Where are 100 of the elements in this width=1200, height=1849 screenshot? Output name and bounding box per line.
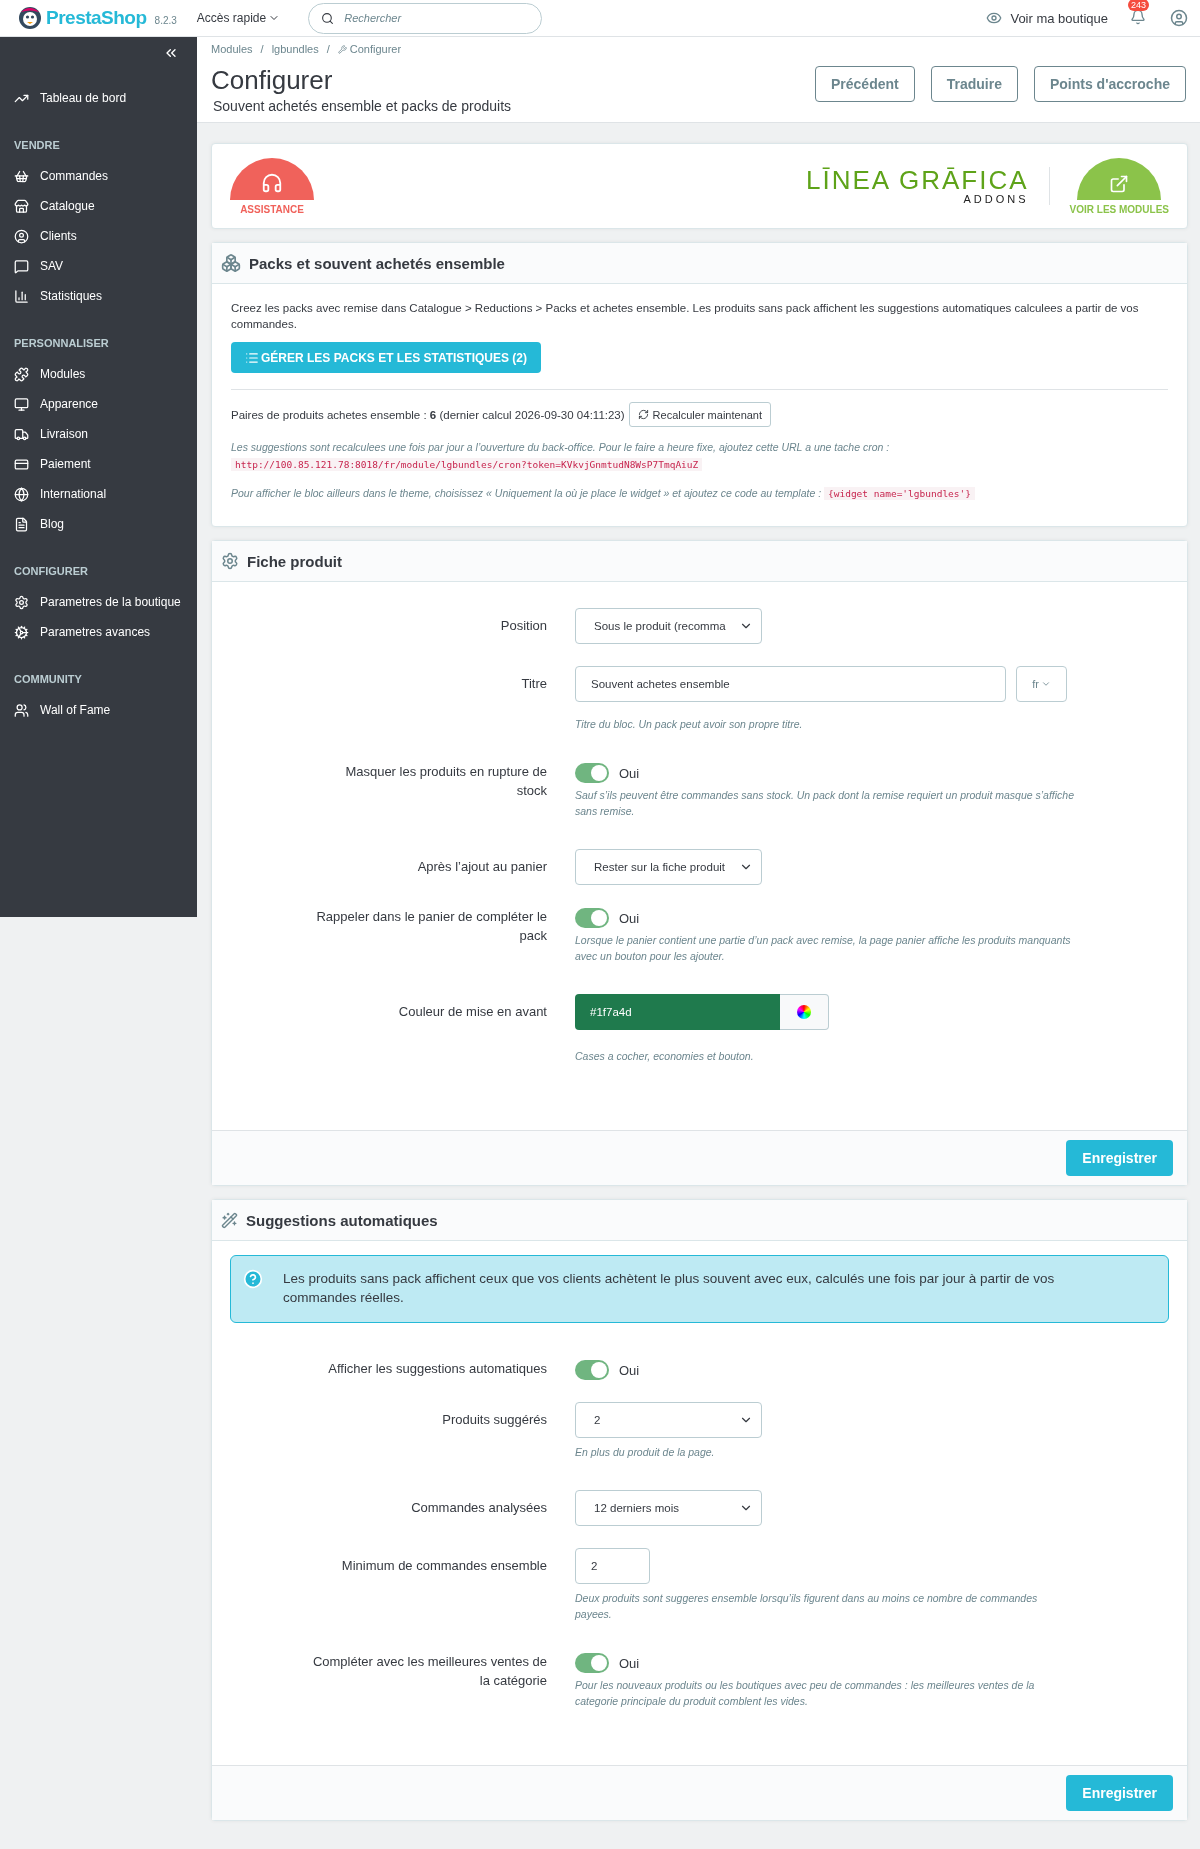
field-label: Masquer les produits en rupture de stock	[345, 764, 547, 798]
title-input[interactable]: Souvent achetes ensemble	[575, 666, 1006, 702]
sidebar-item[interactable]: Blog	[0, 509, 197, 539]
magic-wand-icon	[221, 1211, 238, 1229]
refresh-icon	[637, 409, 649, 420]
quick-access-menu[interactable]: Accès rapide	[196, 11, 281, 25]
view-shop-link[interactable]: Voir ma boutique	[986, 10, 1108, 26]
toggle-switch[interactable]	[575, 1653, 609, 1673]
toggle-label: Oui	[619, 1362, 640, 1378]
color-input[interactable]: #1f7a4d	[575, 994, 780, 1030]
headset-icon	[261, 171, 283, 194]
language-dropdown[interactable]: fr	[1016, 666, 1067, 702]
document-icon	[14, 516, 29, 532]
help-text: Sauf s’ils peuvent être commandes sans stock. Un pack dont la remise requiert un produit masque s’affiche sans remise.	[575, 788, 1075, 819]
store-icon	[14, 198, 29, 214]
toggle-switch[interactable]	[575, 908, 609, 928]
breadcrumb-link[interactable]: Modules	[211, 43, 253, 55]
sidebar-section-title: CONFIGURER	[13, 565, 89, 577]
monitor-icon	[14, 396, 29, 412]
sidebar-item[interactable]: Apparence	[0, 389, 197, 419]
help-text: En plus du produit de la page.	[575, 1445, 716, 1460]
bar-chart-icon	[14, 288, 29, 304]
breadcrumb-separator: /	[326, 43, 330, 55]
recalculate-button[interactable]: Recalculer maintenant	[628, 402, 772, 427]
toggle-label: Oui	[619, 910, 640, 926]
intro-text: Creez les packs avec remise dans Catalogue > Reductions > Packs et achetes ensemble. Les produits sans pack affichent les suggestions automatiques calculees a partir de vos commandes.	[231, 301, 1140, 332]
eye-icon	[986, 10, 1003, 26]
code-snippet: http://100.85.121.78:8018/fr/module/lgbundles/cron?token=KVkvjGnmtudN8WsP7TmqAiuZ	[231, 458, 703, 471]
truck-icon	[14, 426, 29, 442]
field-label: Après l’ajout au panier	[417, 859, 547, 874]
help-text: Deux produits sont suggeres ensemble lorsqu’ils figurent dans au moins ce nombre de commandes payees.	[575, 1591, 1039, 1622]
sidebar-item[interactable]: Modules	[0, 359, 197, 389]
sidebar-item[interactable]: Statistiques	[0, 281, 197, 311]
color-wheel-icon	[797, 1005, 811, 1019]
sidebar-item[interactable]: Livraison	[0, 419, 197, 449]
users-icon	[14, 702, 29, 718]
logo-subtitle: ADDONS	[963, 193, 1029, 205]
external-link-icon	[1109, 173, 1130, 194]
select-field[interactable]: Rester sur la fiche produit	[575, 849, 762, 885]
sidebar-item[interactable]: Wall of Fame	[0, 695, 197, 725]
field-label: Minimum de commandes ensemble	[341, 1558, 547, 1573]
breadcrumb-link[interactable]: Configurer	[337, 43, 402, 55]
color-picker-button[interactable]	[780, 994, 829, 1030]
list-icon	[245, 350, 259, 365]
help-text: Pour les nouveaux produits ou les boutiques avec peu de commandes : les meilleures ventes de la categorie principale du produit comblent les vides.	[575, 1678, 1036, 1709]
boxes-icon	[221, 253, 241, 273]
field-label: Position	[500, 618, 547, 633]
sidebar-section-title: VENDRE	[13, 139, 61, 151]
notification-count: 243	[1128, 0, 1150, 11]
panel-title: Fiche produit	[247, 552, 342, 570]
info-text: Les produits sans pack affichent ceux que vos clients achètent le plus souvent avec eux, calculés une fois par jour à partir de vos commandes réelles.	[283, 1271, 1055, 1305]
bell-icon[interactable]	[1130, 9, 1146, 25]
toolbar-button[interactable]: Traduire	[930, 66, 1018, 102]
sidebar-item[interactable]: Clients	[0, 221, 197, 251]
version-label: 8.2.3	[154, 14, 177, 26]
sidebar-item[interactable]: Parametres avances	[0, 617, 197, 647]
select-field[interactable]: Sous le produit (recomma	[575, 608, 762, 644]
logo-text: LĪNEA GRĀFICA	[806, 167, 1029, 193]
breadcrumb-link[interactable]: lgbundles	[271, 43, 319, 55]
sidebar-item[interactable]: SAV	[0, 251, 197, 281]
field-label: Titre	[521, 676, 547, 691]
puzzle-icon	[14, 366, 29, 382]
field-label: Produits suggérés	[442, 1412, 547, 1427]
user-icon	[14, 228, 29, 244]
toggle-label: Oui	[619, 1655, 640, 1671]
basket-icon	[14, 168, 29, 184]
toggle-switch[interactable]	[575, 763, 609, 783]
sidebar-item[interactable]: Paiement	[0, 449, 197, 479]
cog-icon	[14, 624, 29, 640]
field-label: Couleur de mise en avant	[398, 1004, 547, 1019]
select-field[interactable]: 2	[575, 1402, 762, 1438]
number-input[interactable]: 2	[575, 1548, 650, 1584]
sidebar-item[interactable]: Commandes	[0, 161, 197, 191]
field-label: Commandes analysées	[411, 1500, 547, 1515]
user-icon[interactable]	[1170, 9, 1188, 27]
help-text: Lorsque le panier contient une partie d’un pack avec remise, la page panier affiche les produits manquants avec un bouton pour les ajouter.	[575, 933, 1072, 964]
field-label: Rappeler dans le panier de compléter le pack	[316, 909, 547, 943]
toggle-switch[interactable]	[575, 1360, 609, 1380]
page-title: Configurer	[211, 65, 334, 96]
breadcrumb-separator: /	[260, 43, 264, 55]
select-field[interactable]: 12 derniers mois	[575, 1490, 762, 1526]
brand-name: PrestaShop	[46, 7, 147, 29]
sidebar-item[interactable]: International	[0, 479, 197, 509]
toolbar-button[interactable]: Points d'accroche	[1033, 66, 1186, 102]
note-text: Pour afficher le bloc ailleurs dans le theme, choisissez « Uniquement la où je place le widget » et ajoutez ce code au template : {widget name='lgbundles'}	[231, 485, 1168, 502]
sidebar-item[interactable]: Tableau de bord	[0, 83, 197, 113]
help-text: Cases a cocher, economies et bouton.	[575, 1049, 755, 1064]
logo-icon	[18, 6, 42, 30]
note-text: Les suggestions sont recalculees une fois par jour a l’ouverture du back-office. Pour le faire a heure fixe, ajoutez cette URL a une tache cron : http://100.85.121.78:8018/fr/module/lgbundles/cron?token=KVkvjGnmtudN8WsP7TmqAiuZ	[231, 440, 891, 473]
credit-card-icon	[14, 456, 29, 472]
page-subtitle: Souvent achetés ensemble et packs de produits	[212, 98, 512, 114]
sidebar-item[interactable]: Parametres de la boutique	[0, 587, 197, 617]
code-snippet: {widget name='lgbundles'}	[824, 487, 975, 500]
panel-title: Suggestions automatiques	[246, 1211, 438, 1229]
field-label: Afficher les suggestions automatiques	[328, 1361, 547, 1376]
sidebar-item[interactable]: Catalogue	[0, 191, 197, 221]
sidebar-section-title: PERSONNALISER	[13, 337, 110, 349]
gear-icon	[14, 594, 29, 610]
toolbar-button[interactable]: Précédent	[815, 66, 915, 102]
stats-text: Paires de produits achetes ensemble : 6 (dernier calcul 2026-09-30 04:11:23)	[231, 408, 625, 421]
